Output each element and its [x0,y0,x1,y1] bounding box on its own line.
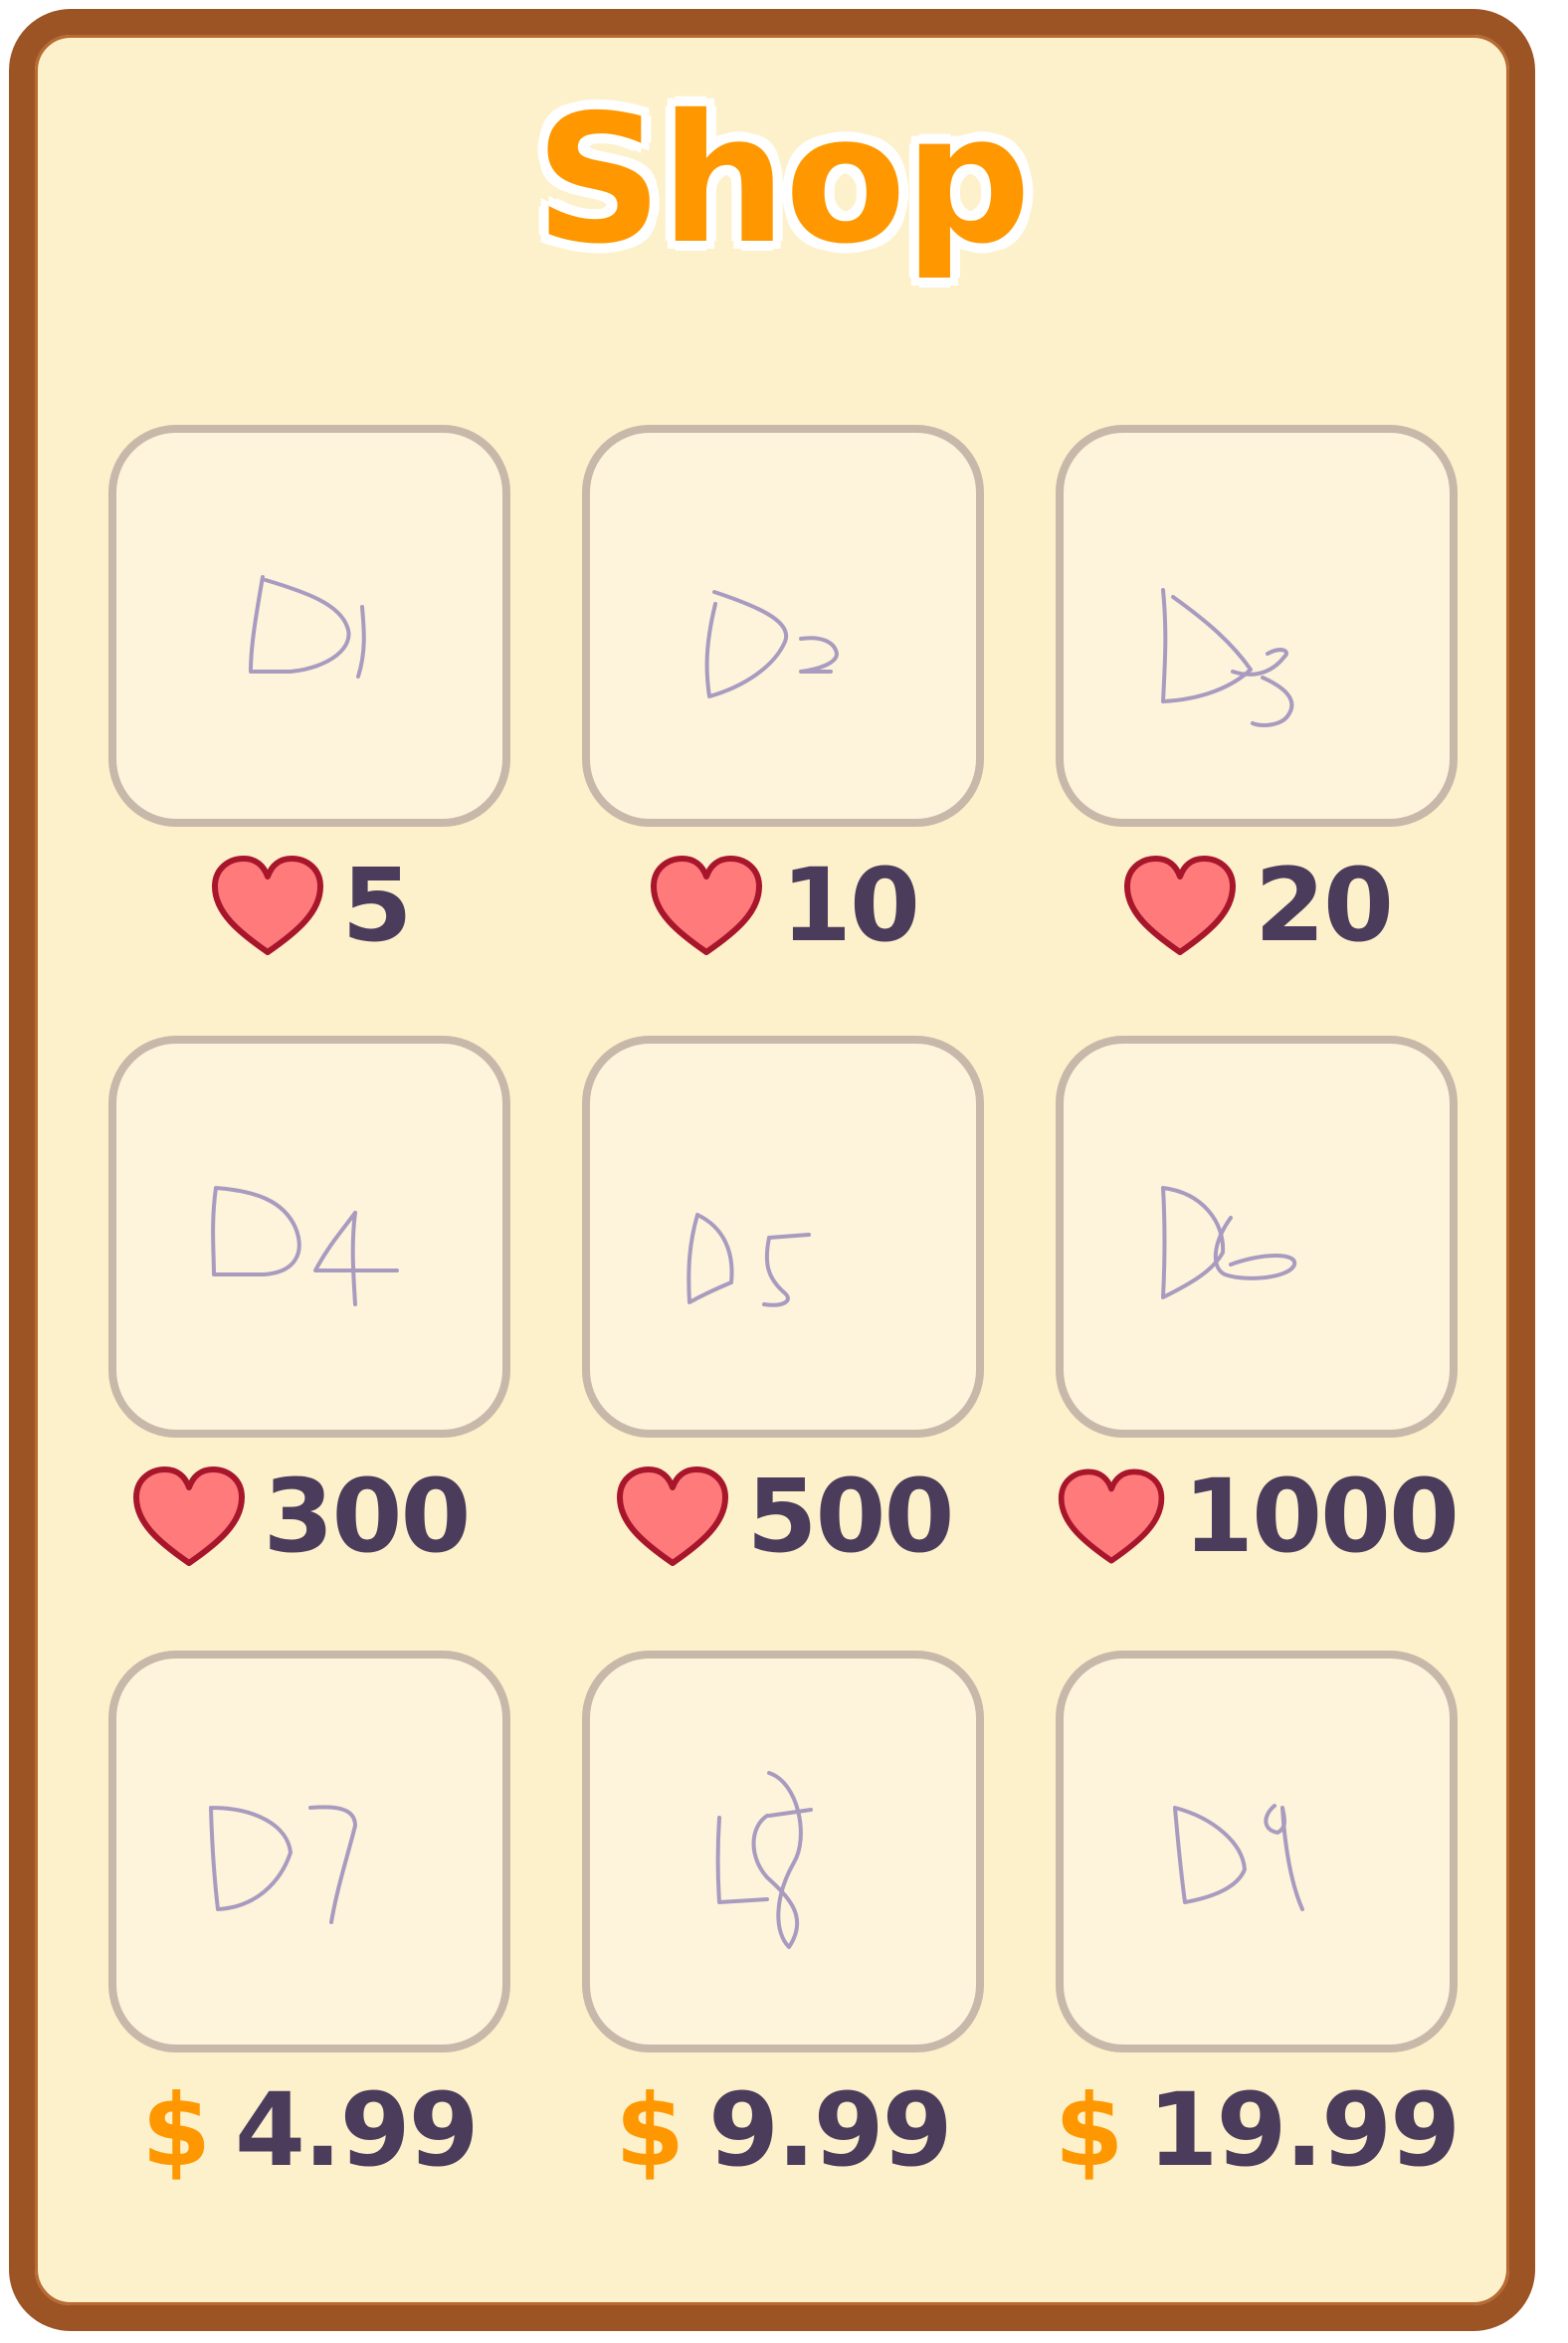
shop-item-d8-price: $ 9.99 [582,2076,984,2186]
d9-placeholder-icon [1173,1804,1304,1911]
shop-item-d2[interactable] [582,425,984,827]
shop-item-d7[interactable] [108,1651,510,2052]
heart-icon [1124,856,1237,955]
price-amount: 20 [1255,847,1394,965]
d8-placeholder-icon [715,1771,813,1949]
dollar-icon: $ [141,2072,211,2189]
price-amount: 1000 [1183,1458,1460,1576]
shop-item-d9-price: $ 19.99 [1054,2071,1461,2190]
price-amount: 10 [781,847,920,965]
shop-item-d6[interactable] [1056,1036,1458,1438]
heart-icon [651,856,763,955]
d1-placeholder-icon [249,575,366,679]
shop-item-d3-price: 20 [1056,852,1458,961]
price-amount: 300 [263,1458,472,1576]
heart-icon [132,1466,245,1566]
shop-item-d2-price: 10 [582,852,984,961]
shop-title: Shop [534,77,1032,283]
d5-placeholder-icon [686,1213,811,1307]
shop-item-d5[interactable] [582,1036,984,1438]
heart-icon [1058,1468,1165,1564]
shop-item-d3[interactable] [1056,425,1458,827]
shop-item-d5-price: 500 [582,1463,984,1572]
d7-placeholder-icon [209,1805,357,1924]
shop-item-d1-price: 5 [108,852,510,961]
shop-item-d7-price: $ 4.99 [108,2076,510,2186]
shop-item-d4-price: 300 [98,1463,500,1572]
shop-item-d6-price: 1000 [1056,1458,1460,1576]
shop-item-d1[interactable] [108,425,510,827]
d4-placeholder-icon [211,1186,399,1306]
shop-item-d4[interactable] [108,1036,510,1438]
price-amount: 19.99 [1147,2071,1461,2190]
price-amount: 500 [746,1458,955,1576]
shop-item-d8[interactable] [582,1651,984,2052]
dollar-icon: $ [615,2072,685,2189]
price-amount: 4.99 [234,2071,480,2190]
d6-placeholder-icon [1161,1186,1297,1299]
d3-placeholder-icon [1161,588,1294,727]
dollar-icon: $ [1054,2072,1124,2189]
price-amount: 5 [341,847,413,965]
heart-icon [211,856,323,955]
heart-icon [616,1466,728,1566]
d2-placeholder-icon [704,590,839,698]
shop-item-d9[interactable] [1056,1651,1458,2052]
price-amount: 9.99 [707,2071,953,2190]
